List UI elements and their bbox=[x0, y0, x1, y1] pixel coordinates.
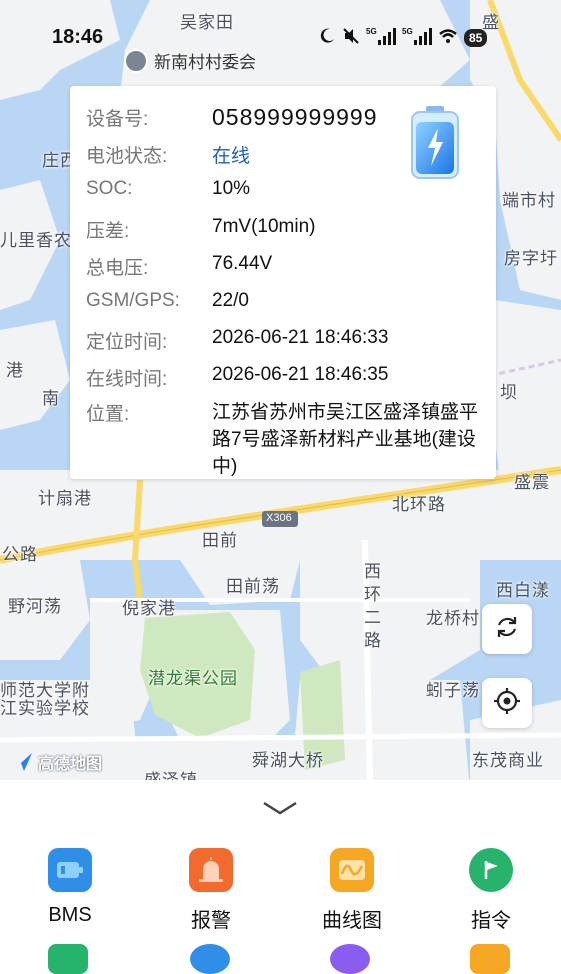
voltage-diff-value: 7mV(10min) bbox=[212, 216, 316, 237]
map-label: 坝 bbox=[500, 383, 518, 402]
map-label: 蚓子荡 bbox=[426, 681, 480, 700]
signal-icon: 5G bbox=[402, 26, 432, 51]
bottom-panel: BMS 报警 曲线图 指令 bbox=[0, 780, 561, 974]
status-time: 18:46 bbox=[52, 26, 104, 48]
curve-icon bbox=[330, 848, 374, 892]
info-label: 压差: bbox=[86, 221, 130, 242]
info-label: SOC: bbox=[86, 178, 133, 199]
info-label: 设备号: bbox=[86, 109, 149, 130]
svg-text:5G: 5G bbox=[402, 27, 413, 36]
info-row: GSM/GPS: 22/0 bbox=[86, 290, 249, 312]
map-label: 倪家港 bbox=[122, 599, 176, 618]
flag-icon bbox=[469, 848, 513, 892]
soc-value: 10% bbox=[212, 178, 251, 199]
info-row: 电池状态: 在线 bbox=[86, 141, 250, 168]
more-action-icon[interactable] bbox=[190, 944, 230, 974]
map-label: 房字圩 bbox=[504, 249, 558, 268]
action-label: 指令 bbox=[471, 910, 511, 932]
moon-icon bbox=[318, 27, 336, 50]
map-label: 北环路 bbox=[392, 495, 446, 514]
info-row: 定位时间: 2026-06-21 18:46:33 bbox=[86, 327, 388, 354]
refresh-button[interactable] bbox=[482, 604, 532, 654]
info-label: 位置: bbox=[86, 404, 130, 425]
map-label: 野河荡 bbox=[8, 597, 62, 616]
status-icons: 5G 5G 85 bbox=[318, 26, 488, 51]
battery-status-value: 在线 bbox=[212, 146, 251, 167]
info-label: 电池状态: bbox=[86, 146, 168, 167]
alarm-icon bbox=[189, 848, 233, 892]
online-time-value: 2026-06-21 18:46:35 bbox=[212, 364, 389, 385]
alarm-button[interactable]: 报警 bbox=[161, 848, 261, 933]
status-bar: 18:46 5G 5G 85 bbox=[0, 20, 561, 56]
map-label: 江实验学校 bbox=[0, 699, 90, 718]
signal-icon: 5G bbox=[366, 26, 396, 51]
amap-logo-icon bbox=[12, 753, 32, 771]
info-row: SOC: 10% bbox=[86, 178, 250, 200]
info-row: 在线时间: 2026-06-21 18:46:35 bbox=[86, 364, 388, 391]
info-label: 在线时间: bbox=[86, 369, 168, 390]
map-label: 田前荡 bbox=[226, 577, 280, 596]
map-label: 田前 bbox=[202, 531, 238, 550]
map-label: 潜龙渠公园 bbox=[148, 669, 238, 688]
location-time-value: 2026-06-21 18:46:33 bbox=[212, 327, 389, 348]
info-label: GSM/GPS: bbox=[86, 290, 180, 311]
map-label: 舜湖大桥 bbox=[252, 751, 324, 770]
address-value: 江苏省苏州市吴江区盛泽镇盛平路7号盛泽新材料产业基地(建设中) bbox=[212, 402, 479, 477]
wifi-icon bbox=[438, 28, 458, 49]
svg-text:5G: 5G bbox=[366, 27, 377, 36]
map-provider-name: 高德地图 bbox=[38, 756, 103, 773]
map-label: 端市村 bbox=[502, 191, 556, 210]
bms-button[interactable]: BMS bbox=[20, 848, 120, 927]
map-label: 西白漾 bbox=[496, 581, 550, 600]
info-row: 位置: 江苏省苏州市吴江区盛泽镇盛平路7号盛泽新材料产业基地(建设中) bbox=[86, 399, 484, 480]
info-row: 设备号: 058999999999 bbox=[86, 104, 378, 131]
battery-status: 85 bbox=[464, 29, 488, 47]
map-label: 公路 bbox=[2, 545, 38, 564]
mute-icon bbox=[342, 27, 360, 50]
map-provider-logo: 高德地图 bbox=[10, 750, 102, 774]
action-label: 曲线图 bbox=[322, 910, 382, 932]
map-label: 东茂商业 bbox=[472, 751, 544, 770]
action-label: 报警 bbox=[191, 910, 231, 932]
info-label: 总电压: bbox=[86, 258, 149, 279]
map-label: 计扇港 bbox=[38, 489, 92, 508]
chevron-down-icon[interactable] bbox=[262, 800, 298, 821]
more-action-icon[interactable] bbox=[470, 944, 510, 974]
curve-chart-button[interactable]: 曲线图 bbox=[302, 848, 402, 933]
total-voltage-value: 76.44V bbox=[212, 253, 273, 274]
device-number: 058999999999 bbox=[212, 104, 378, 130]
info-row: 总电压: 76.44V bbox=[86, 253, 272, 280]
map-view[interactable]: 吴家田 盛 庄西 端市村 儿里香农庄 房字圩 港 南 坝 计扇港 盛震 北环路 … bbox=[0, 0, 561, 790]
road-number-label: X306 bbox=[266, 512, 292, 524]
map-label: 龙桥村 bbox=[426, 609, 480, 628]
action-label: BMS bbox=[48, 904, 92, 926]
battery-icon bbox=[408, 104, 462, 187]
device-info-card: 设备号: 058999999999 电池状态: 在线 SOC: 10% 压差: … bbox=[70, 86, 496, 479]
locate-icon bbox=[493, 687, 521, 720]
more-action-icon[interactable] bbox=[330, 944, 370, 974]
map-label: 盛震 bbox=[514, 473, 550, 492]
gsm-gps-value: 22/0 bbox=[212, 290, 249, 311]
command-button[interactable]: 指令 bbox=[441, 848, 541, 933]
map-label: 西环二路 bbox=[361, 562, 380, 654]
battery-icon bbox=[48, 848, 92, 892]
info-label: 定位时间: bbox=[86, 332, 168, 353]
more-action-icon[interactable] bbox=[48, 944, 88, 974]
map-label: 港 bbox=[6, 361, 24, 380]
map-label: 南 bbox=[42, 389, 60, 408]
locate-button[interactable] bbox=[482, 678, 532, 728]
info-row: 压差: 7mV(10min) bbox=[86, 216, 315, 243]
refresh-icon bbox=[493, 613, 521, 646]
